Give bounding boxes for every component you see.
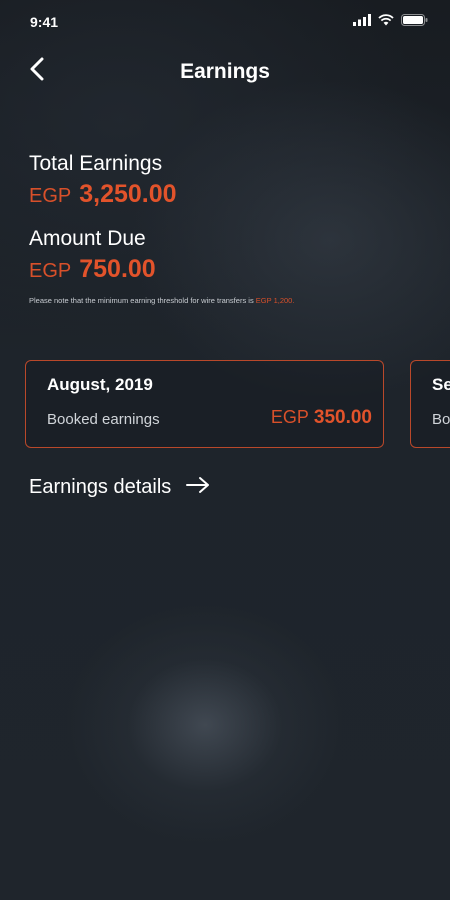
page-title: Earnings xyxy=(180,60,270,83)
month-card-title: Se xyxy=(432,375,450,394)
total-earnings-label: Total Earnings xyxy=(29,152,163,175)
cellular-signal-icon xyxy=(353,13,371,31)
month-card[interactable]: August, 2019 Booked earnings EGP 350.00 xyxy=(25,360,384,448)
status-bar: 9:41 xyxy=(0,0,450,44)
total-earnings-currency: EGP xyxy=(29,185,72,207)
month-card-label: Bo xyxy=(432,411,450,428)
month-card-currency: EGP xyxy=(270,407,309,427)
month-card-title: August, 2019 xyxy=(47,375,153,394)
threshold-note: Please note that the minimum earning thr… xyxy=(29,296,294,305)
amount-due-amount: EGP 750.00 xyxy=(29,255,294,284)
threshold-note-text: Please note that the minimum earning thr… xyxy=(29,296,254,305)
earnings-summary: Total Earnings EGP 3,250.00 Amount Due E… xyxy=(29,152,294,305)
threshold-note-amount: EGP 1,200. xyxy=(255,296,295,305)
status-icons xyxy=(353,13,428,31)
arrow-right-icon xyxy=(185,476,211,499)
amount-due-label: Amount Due xyxy=(29,227,146,250)
month-card-next[interactable]: Se Bo xyxy=(410,360,450,448)
status-time: 9:41 xyxy=(30,14,59,30)
month-card-amount: EGP 350.00 xyxy=(271,407,372,429)
earnings-details-label: Earnings details xyxy=(29,476,172,498)
month-card-label: Booked earnings xyxy=(47,411,160,428)
earnings-details-link[interactable]: Earnings details xyxy=(29,476,211,499)
background xyxy=(0,0,450,900)
month-card-value: 350.00 xyxy=(313,407,372,428)
total-earnings-value: 3,250.00 xyxy=(79,180,177,208)
nav-header: Earnings xyxy=(0,48,450,98)
amount-due-value: 750.00 xyxy=(79,255,156,283)
wifi-icon xyxy=(378,13,394,31)
amount-due-currency: EGP xyxy=(29,260,72,282)
battery-icon xyxy=(401,13,428,31)
total-earnings-amount: EGP 3,250.00 xyxy=(29,180,294,209)
monthly-cards-carousel[interactable]: August, 2019 Booked earnings EGP 350.00 … xyxy=(25,360,450,450)
